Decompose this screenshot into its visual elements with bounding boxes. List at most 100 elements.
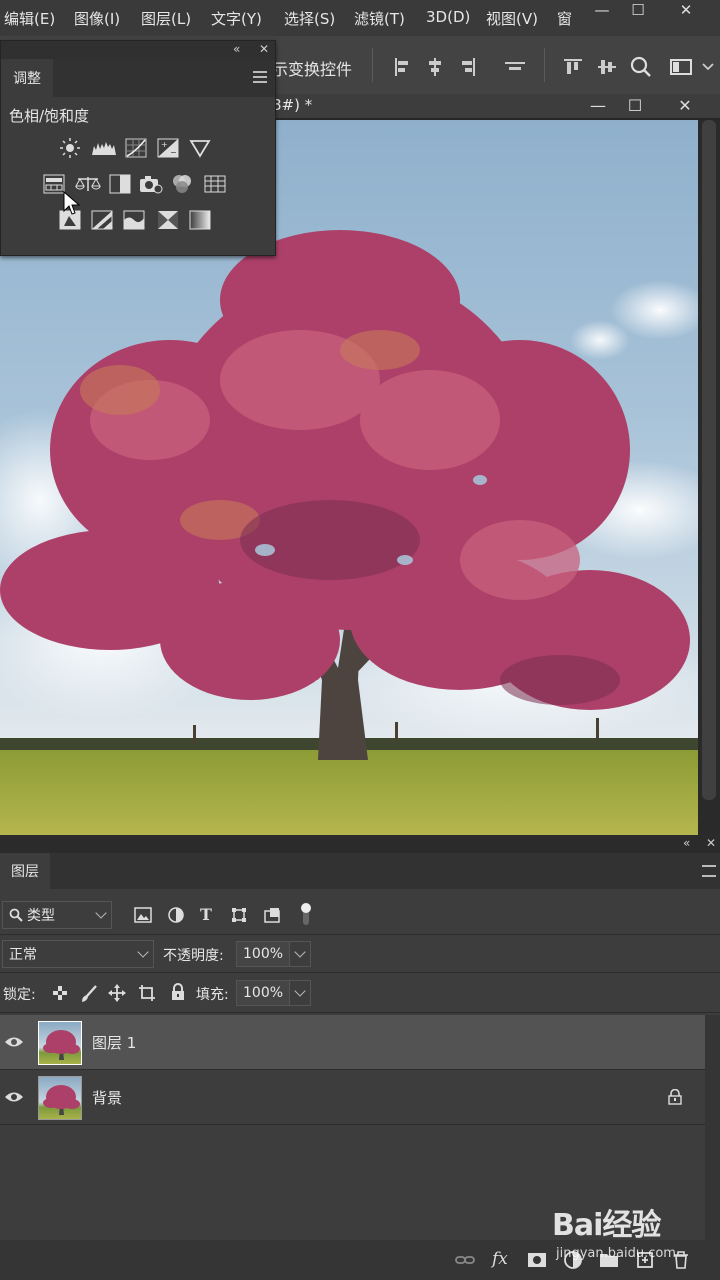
selective-color-icon[interactable] <box>157 210 179 230</box>
menu-edit[interactable]: 编辑(E) <box>4 8 55 29</box>
panel-menu-icon[interactable] <box>253 71 267 83</box>
window-minimize-button[interactable]: — <box>584 0 620 20</box>
search-icon <box>9 908 23 922</box>
gradient-map-icon[interactable] <box>189 210 211 230</box>
blend-mode-value: 正常 <box>9 947 37 963</box>
divider <box>544 48 545 82</box>
link-layers-icon[interactable] <box>454 1250 476 1270</box>
layer-filter-row: 类型 T <box>0 897 720 935</box>
photo-filter-icon[interactable] <box>139 174 163 194</box>
close-panel-button[interactable]: ✕ <box>259 42 269 56</box>
align-top-icon[interactable] <box>560 54 586 80</box>
baidu-watermark-url: jingyan.baidu.com <box>556 1246 676 1261</box>
layer-name[interactable]: 背景 <box>92 1087 122 1108</box>
layers-tab-row: 图层 <box>0 853 720 889</box>
posterize-icon[interactable] <box>91 210 113 230</box>
vertical-scrollbar[interactable] <box>698 120 720 835</box>
menu-select[interactable]: 选择(S) <box>284 8 335 29</box>
menu-filter[interactable]: 滤镜(T) <box>354 8 405 29</box>
panel-header: « ✕ <box>1 41 275 59</box>
layer-thumbnail[interactable] <box>38 1021 82 1065</box>
svg-text:+: + <box>161 140 168 149</box>
menu-image[interactable]: 图像(I) <box>74 8 120 29</box>
fill-input[interactable]: 100% <box>236 980 290 1006</box>
blend-mode-row: 正常 不透明度: 100% <box>0 935 720 973</box>
brightness-contrast-icon[interactable] <box>59 138 81 158</box>
chevron-down-icon[interactable] <box>700 54 716 80</box>
doc-minimize-button[interactable]: — <box>583 94 613 116</box>
exposure-icon[interactable]: +− <box>157 138 179 158</box>
lock-image-pixels-icon[interactable] <box>80 985 98 1003</box>
curves-icon[interactable] <box>125 138 147 158</box>
scrollbar-track[interactable] <box>702 120 716 800</box>
smart-object-filter-icon[interactable] <box>264 907 280 923</box>
collapse-panel-button[interactable]: « <box>233 42 240 56</box>
align-right-icon[interactable] <box>454 54 480 80</box>
align-vertical-center-icon[interactable] <box>594 54 620 80</box>
workspace-icon[interactable] <box>668 54 694 80</box>
hue-saturation-icon[interactable] <box>43 174 65 194</box>
visibility-eye-icon[interactable] <box>4 1033 24 1051</box>
layer-row-background[interactable]: 背景 <box>0 1070 705 1124</box>
adjustments-panel: « ✕ 调整 色相/饱和度 + − <box>0 40 276 256</box>
visibility-eye-icon[interactable] <box>4 1088 24 1106</box>
type-layer-filter-icon[interactable]: T <box>200 905 212 924</box>
panel-dock-header: « ✕ <box>0 835 720 853</box>
adjustment-layer-filter-icon[interactable] <box>168 907 184 923</box>
search-icon[interactable] <box>628 54 654 80</box>
opacity-label: 不透明度: <box>163 948 224 964</box>
window-close-button[interactable]: ✕ <box>668 0 704 20</box>
collapse-layers-button[interactable]: « <box>683 836 690 850</box>
filter-toggle-icon[interactable] <box>298 901 314 927</box>
document-title[interactable]: 8#) * <box>272 96 312 114</box>
lock-label: 锁定: <box>3 987 36 1003</box>
fill-slider-button[interactable] <box>289 980 311 1006</box>
tab-layers[interactable]: 图层 <box>0 853 50 889</box>
doc-close-button[interactable]: ✕ <box>670 94 700 116</box>
chevron-down-icon <box>95 907 107 919</box>
align-center-icon[interactable] <box>422 54 448 80</box>
levels-icon[interactable] <box>91 138 117 158</box>
layers-panel-menu-icon[interactable] <box>702 865 716 877</box>
divider <box>372 48 373 82</box>
pixel-layer-filter-icon[interactable] <box>134 907 152 923</box>
opacity-input[interactable]: 100% <box>236 941 290 967</box>
layer-row-layer-1[interactable]: 图层 1 <box>0 1015 705 1069</box>
shape-layer-filter-icon[interactable] <box>231 907 247 923</box>
channel-mixer-icon[interactable] <box>171 174 193 194</box>
threshold-icon[interactable] <box>123 210 145 230</box>
lock-transparent-pixels-icon[interactable] <box>52 985 68 1001</box>
black-white-icon[interactable] <box>109 174 131 194</box>
panel-tab-row: 调整 <box>1 59 275 97</box>
filter-kind-dropdown[interactable]: 类型 <box>2 901 112 929</box>
menu-layer[interactable]: 图层(L) <box>141 8 191 29</box>
layers-scrollbar[interactable] <box>705 1015 720 1240</box>
layer-name[interactable]: 图层 1 <box>92 1032 136 1053</box>
color-lookup-icon[interactable] <box>204 174 226 194</box>
align-left-icon[interactable] <box>390 54 416 80</box>
close-layers-button[interactable]: ✕ <box>706 836 716 850</box>
menu-view[interactable]: 视图(V) <box>486 8 538 29</box>
doc-maximize-button[interactable]: ☐ <box>620 94 650 116</box>
blend-mode-dropdown[interactable]: 正常 <box>2 940 154 968</box>
baidu-watermark-logo: Bai经验 <box>552 1208 661 1243</box>
filter-kind-value: 类型 <box>27 908 55 924</box>
lock-position-icon[interactable] <box>108 984 126 1002</box>
layer-style-fx-icon[interactable]: fx <box>492 1249 508 1269</box>
window-maximize-button[interactable]: ☐ <box>620 0 656 20</box>
vibrance-icon[interactable] <box>189 138 211 158</box>
show-transform-controls-label[interactable]: 示变换控件 <box>272 56 352 80</box>
add-mask-icon[interactable] <box>526 1250 548 1270</box>
lock-row: 锁定: 填充: 100% <box>0 973 720 1013</box>
menu-type[interactable]: 文字(Y) <box>211 8 262 29</box>
lock-artboard-icon[interactable] <box>138 984 156 1002</box>
opacity-slider-button[interactable] <box>289 941 311 967</box>
layer-thumbnail[interactable] <box>38 1076 82 1120</box>
menu-window[interactable]: 窗 <box>557 8 572 29</box>
lock-all-icon[interactable] <box>170 983 186 1001</box>
chevron-down-icon <box>137 946 149 958</box>
tab-adjustments[interactable]: 调整 <box>1 59 53 97</box>
distribute-icon[interactable] <box>502 54 528 80</box>
layer-lock-icon[interactable] <box>668 1089 682 1105</box>
menu-3d[interactable]: 3D(D) <box>426 8 470 26</box>
